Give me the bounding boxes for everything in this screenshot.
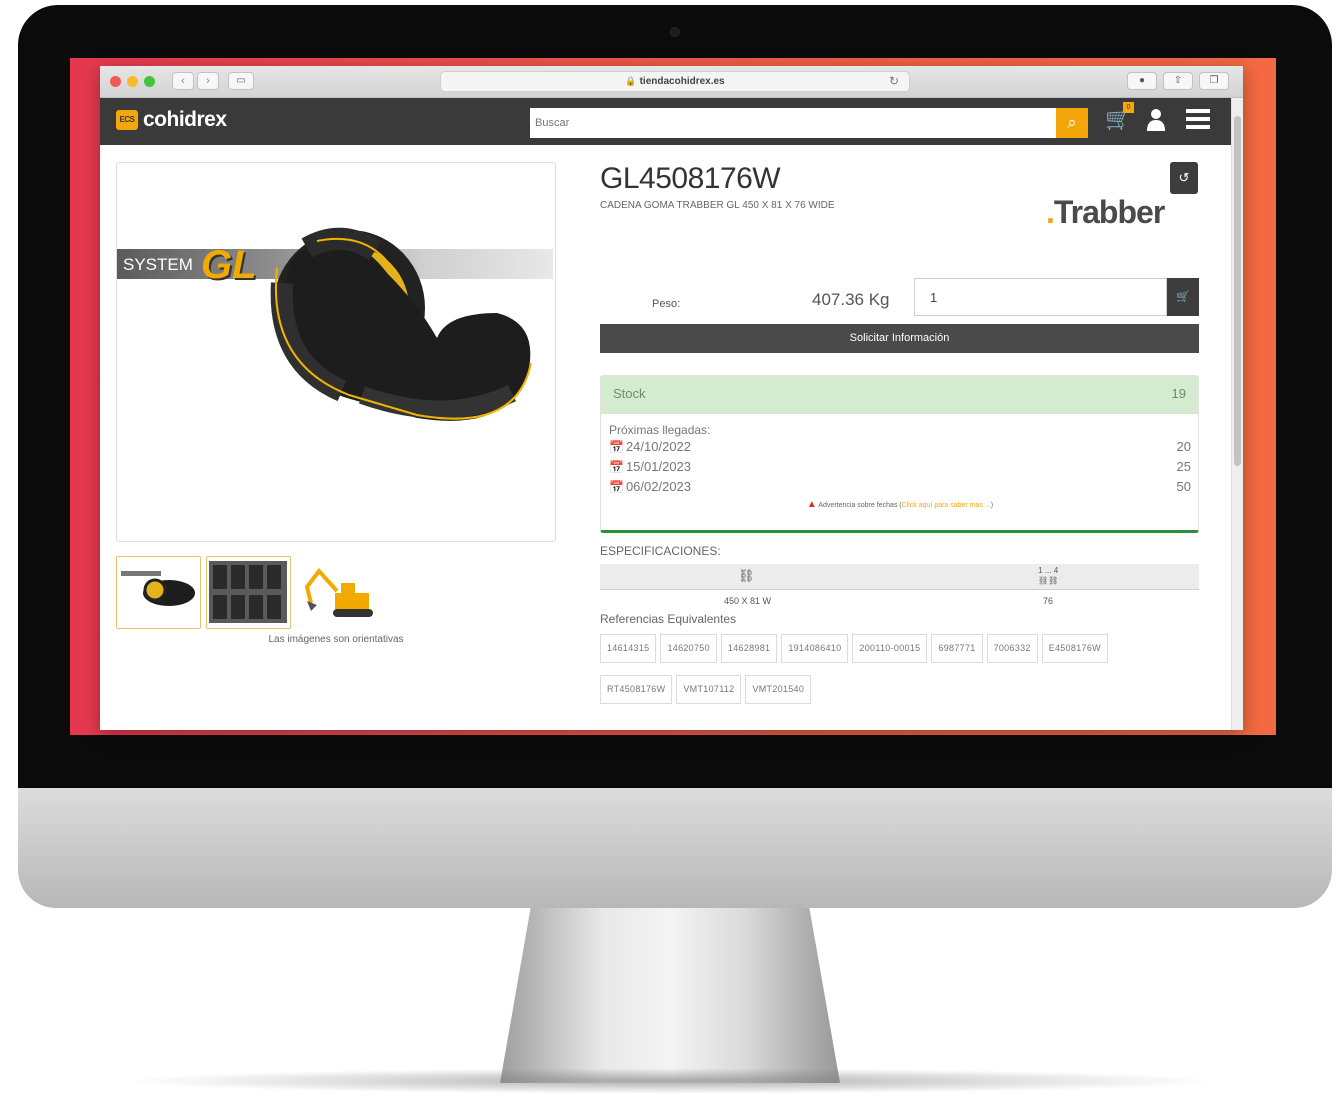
search-input[interactable] bbox=[530, 108, 1056, 138]
user-icon[interactable] bbox=[1146, 108, 1166, 138]
arrival-row: 📅 06/02/2023 50 bbox=[609, 477, 1191, 497]
history-nav: ‹ › bbox=[172, 72, 219, 90]
arrival-row: 📅 24/10/2022 20 bbox=[609, 437, 1191, 457]
warning-link[interactable]: Click aquí para saber mas ... bbox=[902, 502, 991, 509]
image-disclaimer: Las imágenes son orientativas bbox=[268, 634, 404, 645]
reference-tag[interactable]: E4508176W bbox=[1041, 634, 1108, 663]
reference-tag[interactable]: 200110-00015 bbox=[852, 634, 928, 663]
arrival-qty: 50 bbox=[1176, 479, 1191, 494]
links-count-caption: 1 ... 4 bbox=[1038, 566, 1059, 575]
quantity-input[interactable] bbox=[914, 278, 1167, 316]
cart-count-badge: 0 bbox=[1123, 102, 1134, 113]
reference-tag[interactable]: VMT201540 bbox=[745, 675, 812, 704]
thumbnail-excavator[interactable] bbox=[296, 556, 381, 629]
references-title: Referencias Equivalentes bbox=[600, 612, 737, 626]
spec-dimensions-value: 450 X 81 W bbox=[724, 596, 772, 606]
forward-button[interactable]: › bbox=[197, 72, 219, 90]
stock-header: Stock 19 bbox=[601, 376, 1198, 414]
product-code: GL4508176W bbox=[600, 162, 781, 195]
thumbnail-track[interactable] bbox=[116, 556, 201, 629]
address-bar[interactable]: 🔒 tiendacohidrex.es ↻ bbox=[440, 71, 910, 92]
thumbnail-tread[interactable] bbox=[206, 556, 291, 629]
tabs-overview-icon[interactable]: ❐ bbox=[1199, 72, 1229, 90]
browser-window: ‹ › ▭ 🔒 tiendacohidrex.es ↻ ● ⇧ ❐ ECS coh… bbox=[100, 66, 1243, 730]
brand-name: Trabber bbox=[1053, 194, 1165, 230]
search-icon[interactable]: ⌕ bbox=[1056, 108, 1088, 138]
links-count-icon: 1 ... 4 ⛓⛓ bbox=[1038, 566, 1059, 585]
reference-tag[interactable]: 14614315 bbox=[600, 634, 657, 663]
logo-text: cohidrex bbox=[143, 108, 227, 131]
menu-icon[interactable] bbox=[1186, 108, 1210, 136]
references-list: 14614315 14620750 14628981 1914086410 20… bbox=[600, 634, 1180, 704]
monitor-stand bbox=[500, 908, 840, 1083]
close-window-button[interactable] bbox=[110, 76, 121, 87]
warning-text: Advertencia sobre fechas ( bbox=[818, 502, 902, 509]
refresh-icon[interactable]: ↺ bbox=[1170, 162, 1198, 194]
reload-icon[interactable]: ↻ bbox=[889, 72, 899, 91]
downloads-icon[interactable]: ● bbox=[1127, 72, 1157, 90]
stock-label: Stock bbox=[613, 386, 646, 401]
image-thumbnails bbox=[116, 556, 381, 629]
reference-tag[interactable]: VMT107112 bbox=[676, 675, 742, 704]
calendar-icon: 📅 bbox=[609, 440, 624, 454]
scrollbar-thumb[interactable] bbox=[1234, 116, 1241, 466]
product-main-image[interactable]: SYSTEM GL 🔍 bbox=[116, 162, 556, 542]
url-text: tiendacohidrex.es bbox=[639, 76, 725, 87]
page-scrollbar[interactable] bbox=[1231, 98, 1243, 730]
arrival-date: 15/01/2023 bbox=[625, 459, 692, 474]
specs-icon-bar: ⛓ 1 ... 4 ⛓⛓ bbox=[600, 564, 1199, 590]
track-dimensions-icon: ⛓ bbox=[738, 568, 755, 583]
reference-tag[interactable]: 1914086410 bbox=[781, 634, 849, 663]
reference-tag[interactable]: 14628981 bbox=[720, 634, 778, 663]
product-info: GL4508176W CADENA GOMA TRABBER GL 450 X … bbox=[600, 162, 1200, 704]
stand-shadow bbox=[120, 1068, 1220, 1094]
minimize-window-button[interactable] bbox=[127, 76, 138, 87]
specs-title: ESPECIFICACIONES: bbox=[600, 544, 721, 558]
stock-panel: Stock 19 Próximas llegadas: 📅 24/10/2022 … bbox=[600, 375, 1199, 533]
arrival-qty: 20 bbox=[1176, 439, 1191, 454]
warning-close: ) bbox=[990, 502, 994, 509]
camera-icon bbox=[670, 27, 680, 37]
warning-icon: ▲ bbox=[806, 499, 817, 510]
arrival-row: 📅 15/01/2023 25 bbox=[609, 457, 1191, 477]
stock-value: 19 bbox=[1171, 386, 1186, 401]
calendar-icon: 📅 bbox=[609, 460, 624, 474]
reference-tag[interactable]: 7006332 bbox=[986, 634, 1038, 663]
share-icon[interactable]: ⇧ bbox=[1163, 72, 1193, 90]
browser-toolbar: ‹ › ▭ 🔒 tiendacohidrex.es ↻ ● ⇧ ❐ bbox=[100, 66, 1243, 98]
date-warning: ▲ Advertencia sobre fechas (Click aquí p… bbox=[609, 499, 1191, 510]
window-controls bbox=[110, 76, 155, 87]
weight-label: Peso: bbox=[652, 298, 681, 310]
arrival-date: 06/02/2023 bbox=[625, 479, 692, 494]
sidebar-toggle-icon[interactable]: ▭ bbox=[228, 72, 254, 90]
brand-logo[interactable]: .Trabber bbox=[1046, 194, 1165, 231]
lock-icon: 🔒 bbox=[625, 76, 637, 86]
arrival-qty: 25 bbox=[1176, 459, 1191, 474]
rubber-track-illustration bbox=[270, 227, 532, 421]
reference-tag[interactable]: 6987771 bbox=[931, 634, 983, 663]
logo-cart-icon: ECS bbox=[116, 110, 138, 130]
arrival-date: 24/10/2022 bbox=[625, 439, 692, 454]
arrivals-title: Próximas llegadas: bbox=[609, 423, 711, 437]
weight-quantity-row: Peso: 407.36 Kg 🛒 bbox=[600, 278, 1200, 316]
spec-links-value: 76 bbox=[1043, 596, 1054, 606]
maximize-window-button[interactable] bbox=[144, 76, 155, 87]
back-button[interactable]: ‹ bbox=[172, 72, 194, 90]
reference-tag[interactable]: RT4508176W bbox=[600, 675, 673, 704]
monitor-chin bbox=[18, 788, 1332, 908]
site-logo[interactable]: ECS cohidrex bbox=[116, 108, 227, 132]
weight-value: 407.36 Kg bbox=[812, 290, 890, 309]
upcoming-arrivals: Próximas llegadas: 📅 24/10/2022 20 📅 15/01… bbox=[601, 414, 1198, 510]
browser-actions: ● ⇧ ❐ bbox=[1127, 72, 1229, 90]
site-header: ECS cohidrex ⌕ 🛒 0 bbox=[100, 98, 1243, 145]
reference-tag[interactable]: 14620750 bbox=[660, 634, 717, 663]
calendar-icon: 📅 bbox=[609, 480, 624, 494]
add-to-cart-button[interactable]: 🛒 bbox=[1167, 278, 1199, 316]
request-info-button[interactable]: Solicitar Información bbox=[600, 324, 1199, 353]
imac-mockup: ‹ › ▭ 🔒 tiendacohidrex.es ↻ ● ⇧ ❐ ECS coh… bbox=[0, 0, 1338, 1097]
